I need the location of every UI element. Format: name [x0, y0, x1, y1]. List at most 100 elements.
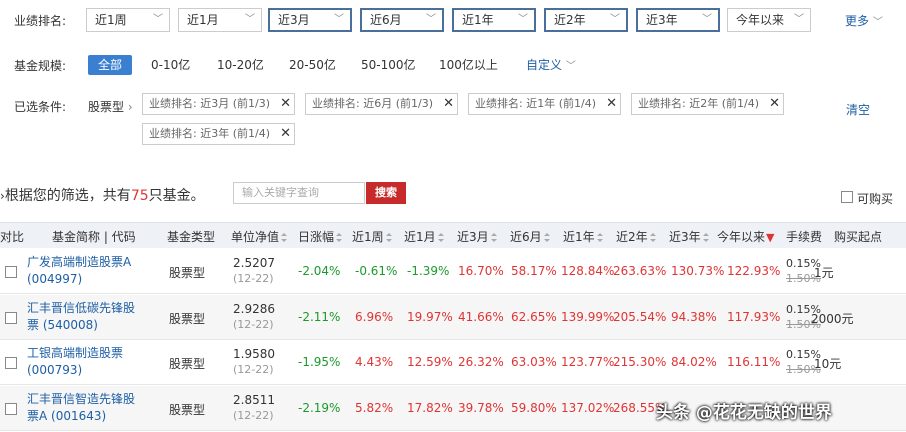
close-icon[interactable]: ✕ — [606, 94, 617, 114]
sort-icon — [596, 233, 603, 242]
compare-checkbox[interactable] — [5, 403, 17, 415]
return-m1: -1.39% — [407, 264, 450, 278]
return-m6: 58.17% — [511, 264, 557, 278]
close-icon[interactable]: ✕ — [280, 94, 291, 114]
sort-icon — [336, 233, 343, 242]
size-custom[interactable]: 自定义 ﹀ — [520, 55, 582, 75]
fund-name-link[interactable]: 汇丰晋信低碳先锋股票 (540008) — [27, 300, 145, 334]
return-w1: 4.43% — [355, 355, 394, 369]
chevron-down-icon: ﹀ — [153, 14, 163, 25]
col-3m[interactable]: 近3月 — [457, 228, 497, 245]
col-6m[interactable]: 近6月 — [510, 228, 550, 245]
rank-3m-select[interactable]: 近3月 ﹀ — [268, 8, 352, 32]
chevron-down-icon: ﹀ — [334, 14, 344, 25]
return-day: -2.19% — [298, 401, 341, 415]
compare-checkbox[interactable] — [5, 312, 17, 324]
fund-type: 股票型 — [169, 312, 206, 326]
min-purchase: 10元 — [814, 357, 842, 371]
rank-3y-select[interactable]: 近3年 ﹀ — [636, 8, 720, 32]
size-0-10[interactable]: 0-10亿 — [145, 55, 196, 75]
col-nav[interactable]: 单位净值 — [231, 228, 288, 245]
return-w1: 6.96% — [355, 310, 394, 324]
return-y2: 215.30% — [613, 355, 667, 369]
selected-label: 已选条件: — [14, 100, 67, 114]
chevron-right-icon: › — [127, 100, 133, 114]
rank-6m-select[interactable]: 近6月 ﹀ — [360, 8, 444, 32]
return-y2: 263.63% — [613, 264, 667, 278]
return-y3: 130.73% — [671, 264, 725, 278]
return-y2: 205.54% — [613, 310, 667, 324]
rank-1m-select[interactable]: 近1月 ﹀ — [178, 8, 262, 32]
buyable-checkbox[interactable] — [841, 191, 853, 203]
sort-icon — [385, 233, 392, 242]
rank-1y-select[interactable]: 近1年 ﹀ — [452, 8, 536, 32]
sort-icon — [649, 233, 656, 242]
return-y3: 94.38% — [671, 310, 717, 324]
close-icon[interactable]: ✕ — [769, 94, 780, 114]
sort-icon — [281, 233, 288, 242]
sort-icon — [543, 233, 550, 242]
col-type: 基金类型 — [167, 230, 216, 244]
size-100-plus[interactable]: 100亿以上 — [433, 55, 504, 75]
return-m6: 59.80% — [511, 401, 557, 415]
sort-icon — [437, 233, 444, 242]
return-day: -1.95% — [298, 355, 341, 369]
return-ytd: 122.93% — [727, 264, 781, 278]
return-y1: 139.99% — [561, 310, 615, 324]
unit-nav: 1.9580 (12-22) — [233, 347, 275, 376]
rank-1w-select[interactable]: 近1周 ﹀ — [86, 8, 170, 32]
col-1y[interactable]: 近1年 — [563, 228, 603, 245]
col-fee: 手续费 — [786, 230, 823, 244]
size-20-50[interactable]: 20-50亿 — [283, 55, 342, 75]
condition-tag: 业绩排名: 近1年 (前1/4) ✕ — [468, 93, 621, 115]
fund-name-link[interactable]: 汇丰晋信智造先锋股 票A (001643) — [27, 391, 145, 425]
condition-tag: 业绩排名: 近2年 (前1/4) ✕ — [631, 93, 784, 115]
col-3y[interactable]: 近3年 — [669, 228, 709, 245]
rank-ytd-select[interactable]: 今年以来 ﹀ — [727, 8, 811, 32]
min-purchase: 1元 — [814, 266, 834, 280]
return-y1: 128.84% — [561, 264, 615, 278]
col-2y[interactable]: 近2年 — [616, 228, 656, 245]
min-purchase: 2000元 — [811, 312, 854, 326]
col-1w[interactable]: 近1周 — [352, 228, 392, 245]
compare-checkbox[interactable] — [5, 357, 17, 369]
close-icon[interactable]: ✕ — [280, 124, 291, 144]
size-10-20[interactable]: 10-20亿 — [211, 55, 270, 75]
condition-tag: 业绩排名: 近3年 (前1/4) ✕ — [142, 123, 295, 145]
chevron-down-icon: ﹀ — [565, 61, 576, 72]
condition-tag: 业绩排名: 近6月 (前1/3) ✕ — [305, 93, 458, 115]
sort-desc-icon: ▼ — [766, 231, 775, 244]
clear-button[interactable]: 清空 — [846, 101, 870, 118]
close-icon[interactable]: ✕ — [443, 94, 454, 114]
fund-type: 股票型 — [169, 403, 206, 417]
rank-2y-select[interactable]: 近2年 ﹀ — [544, 8, 628, 32]
return-day: -2.11% — [298, 310, 341, 324]
unit-nav: 2.8511 (12-22) — [233, 393, 275, 422]
search-input[interactable]: 输入关键字查询 — [233, 182, 365, 204]
fund-name-link[interactable]: 工银高端制造股票 (000793) — [27, 345, 145, 379]
return-m1: 17.82% — [407, 401, 453, 415]
return-ytd: 117.93% — [727, 310, 781, 324]
size-all[interactable]: 全部 — [88, 55, 133, 75]
fund-name-link[interactable]: 广发高端制造股票A (004997) — [27, 254, 145, 288]
size-50-100[interactable]: 50-100亿 — [355, 55, 422, 75]
return-ytd: 116.11% — [727, 355, 781, 369]
table-row: 工银高端制造股票 (000793) 股票型 1.9580 (12-22) -1.95% 4.… — [0, 340, 906, 385]
fund-type: 股票型 — [169, 357, 206, 371]
return-y1: 123.77% — [561, 355, 615, 369]
return-w1: 5.82% — [355, 401, 394, 415]
condition-tag: 业绩排名: 近3月 (前1/3) ✕ — [142, 93, 295, 115]
compare-checkbox[interactable] — [5, 266, 17, 278]
col-compare: 对比 — [0, 230, 25, 244]
search-button[interactable]: 搜索 — [366, 182, 406, 204]
col-day[interactable]: 日涨幅 — [298, 228, 343, 245]
buyable-label: 可购买 — [857, 192, 894, 206]
col-ytd[interactable]: 今年以来▼ — [717, 228, 774, 245]
return-day: -2.04% — [298, 264, 341, 278]
more-button[interactable]: 更多 ﹀ — [845, 12, 883, 29]
unit-nav: 2.9286 (12-22) — [233, 302, 275, 331]
unit-nav: 2.5207 (12-22) — [233, 256, 275, 285]
return-m6: 62.65% — [511, 310, 557, 324]
col-name: 基金简称 | 代码 — [52, 230, 136, 244]
col-1m[interactable]: 近1月 — [404, 228, 444, 245]
